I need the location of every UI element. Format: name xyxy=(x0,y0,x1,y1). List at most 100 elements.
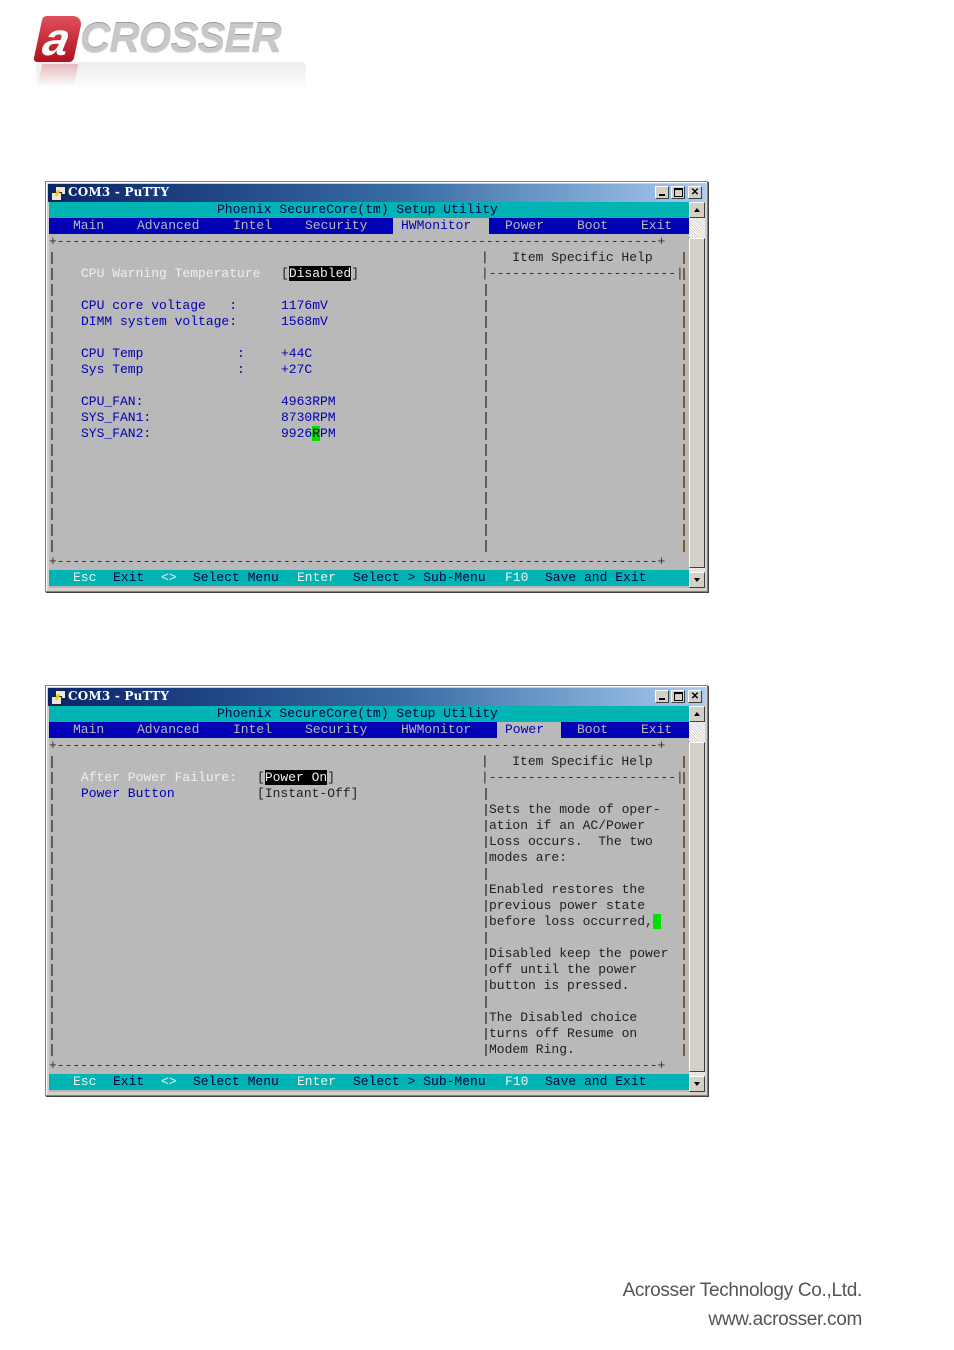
help-line: modes are: xyxy=(49,850,689,866)
maximize-button[interactable] xyxy=(671,690,685,703)
company-url[interactable]: www.acrosser.com xyxy=(708,1309,862,1331)
acrosser-logo: a CROSSER xyxy=(33,12,316,92)
reading-label: Sys Temp : xyxy=(81,362,245,377)
title-bar[interactable]: COM3 - PuTTY ✕ xyxy=(48,184,705,202)
tab-intel[interactable]: Intel xyxy=(225,722,289,738)
help-line-text: Modem Ring. xyxy=(489,1042,575,1057)
tab-boot[interactable]: Boot xyxy=(569,218,617,234)
frame-bar xyxy=(51,524,53,536)
title-bar[interactable]: COM3 - PuTTY ✕ xyxy=(48,688,705,706)
help-line xyxy=(49,994,689,1010)
minimize-button[interactable] xyxy=(655,186,669,199)
reading-label: DIMM system voltage: xyxy=(81,314,238,329)
vertical-scrollbar[interactable] xyxy=(689,706,705,1092)
reading-dimm-voltage: DIMM system voltage: 1568mV xyxy=(49,314,689,330)
tab-main[interactable]: Main xyxy=(65,722,129,738)
help-line: Disabled keep the power xyxy=(49,946,689,962)
frame-bar xyxy=(485,332,487,344)
tab-boot[interactable]: Boot xyxy=(569,722,617,738)
help-line: Sets the mode of oper- xyxy=(49,802,689,818)
frame-bar xyxy=(683,284,685,296)
key-enter-desc: Select > Sub-Menu xyxy=(353,1074,486,1089)
frame-bar xyxy=(51,508,53,520)
window-title: COM3 - PuTTY xyxy=(68,185,170,199)
bios-menu-bar: Main Advanced Intel Security HWMonitor P… xyxy=(49,218,689,234)
key-arrows-desc: Select Menu xyxy=(193,1074,279,1089)
reading-label: CPU_FAN: xyxy=(81,394,144,409)
help-line: button is pressed. xyxy=(49,978,689,994)
frame-top-border: +---------------------------------------… xyxy=(49,234,666,249)
scroll-thumb[interactable] xyxy=(689,742,705,1072)
close-button[interactable]: ✕ xyxy=(688,186,702,199)
tab-exit[interactable]: Exit xyxy=(633,722,681,738)
frame-bar xyxy=(683,476,685,488)
logo-text: CROSSER xyxy=(80,14,282,61)
frame-bar xyxy=(51,252,53,264)
reading-value: 8730RPM xyxy=(281,410,336,425)
putty-window-power: COM3 - PuTTY ✕ Phoenix SecureCore(tm) Se… xyxy=(45,685,708,1096)
help-line: Enabled restores the xyxy=(49,882,689,898)
tab-main[interactable]: Main xyxy=(65,218,129,234)
logo-mark: a xyxy=(33,13,83,65)
help-line xyxy=(49,866,689,882)
reading-label: SYS_FAN2: xyxy=(81,426,152,441)
scroll-up-button[interactable] xyxy=(689,706,705,722)
maximize-button[interactable] xyxy=(671,186,685,199)
scroll-up-button[interactable] xyxy=(689,202,705,218)
key-arrows: <> xyxy=(161,570,177,585)
frame-bottom-border: +---------------------------------------… xyxy=(49,1058,666,1073)
frame-bar xyxy=(485,492,487,504)
tab-security[interactable]: Security xyxy=(297,218,385,234)
tab-advanced[interactable]: Advanced xyxy=(129,722,217,738)
reading-value: 1568mV xyxy=(281,314,328,329)
tab-security[interactable]: Security xyxy=(297,722,385,738)
minimize-button[interactable] xyxy=(655,690,669,703)
reading-value: 1176mV xyxy=(281,298,328,313)
setting-label: CPU Warning Temperature xyxy=(81,266,261,281)
terminal-screen[interactable]: Phoenix SecureCore(tm) Setup Utility Mai… xyxy=(49,706,689,1092)
setting-row-cpu-warning-temp[interactable]: CPU Warning Temperature [Disabled] xyxy=(49,266,689,282)
key-arrows-desc: Select Menu xyxy=(193,570,279,585)
frame-bar xyxy=(683,380,685,392)
tab-hwmonitor[interactable]: HWMonitor xyxy=(393,218,489,234)
putty-icon[interactable] xyxy=(51,690,66,705)
frame-bar xyxy=(485,508,487,520)
setting-value[interactable]: [Power On] xyxy=(257,770,335,786)
putty-window-hwmonitor: COM3 - PuTTY ✕ Phoenix SecureCore(tm) Se… xyxy=(45,181,708,592)
help-title: Item Specific Help xyxy=(512,754,653,769)
frame-bar xyxy=(683,524,685,536)
vertical-scrollbar[interactable] xyxy=(689,202,705,588)
window-title: COM3 - PuTTY xyxy=(68,689,170,703)
help-title: Item Specific Help xyxy=(512,250,653,265)
help-line-text: before loss occurred, xyxy=(489,914,661,930)
help-header-row: | Item Specific Help xyxy=(481,754,653,769)
bios-banner: Phoenix SecureCore(tm) Setup Utility xyxy=(49,202,689,218)
tab-power[interactable]: Power xyxy=(497,722,561,738)
help-line: ation if an AC/Power xyxy=(49,818,689,834)
key-arrows: <> xyxy=(161,1074,177,1089)
terminal-screen[interactable]: Phoenix SecureCore(tm) Setup Utility Mai… xyxy=(49,202,689,588)
scroll-thumb[interactable] xyxy=(689,238,705,568)
help-line-text: Sets the mode of oper- xyxy=(489,802,661,817)
help-line xyxy=(49,786,689,802)
tab-advanced[interactable]: Advanced xyxy=(129,218,217,234)
tab-exit[interactable]: Exit xyxy=(633,218,681,234)
help-line-text: The Disabled choice xyxy=(489,1010,638,1025)
setting-value[interactable]: [Disabled] xyxy=(281,266,359,282)
reading-value: +44C xyxy=(281,346,313,361)
bios-key-legend: Esc Exit <> Select Menu Enter Select > S… xyxy=(49,570,689,586)
tab-hwmonitor[interactable]: HWMonitor xyxy=(393,722,489,738)
frame-bar xyxy=(683,460,685,472)
putty-icon[interactable] xyxy=(51,186,66,201)
close-button[interactable]: ✕ xyxy=(688,690,702,703)
setting-row-after-power-failure[interactable]: After Power Failure: [Power On] xyxy=(49,770,689,786)
help-line: turns off Resume on xyxy=(49,1026,689,1042)
help-line-text: Loss occurs. The two xyxy=(489,834,653,849)
scroll-down-button[interactable] xyxy=(689,572,705,588)
reading-value: 4963RPM xyxy=(281,394,336,409)
scroll-down-button[interactable] xyxy=(689,1076,705,1092)
tab-intel[interactable]: Intel xyxy=(225,218,289,234)
frame-bar xyxy=(51,756,53,768)
tab-power[interactable]: Power xyxy=(497,218,553,234)
reading-cpu-temp: CPU Temp : +44C xyxy=(49,346,689,362)
